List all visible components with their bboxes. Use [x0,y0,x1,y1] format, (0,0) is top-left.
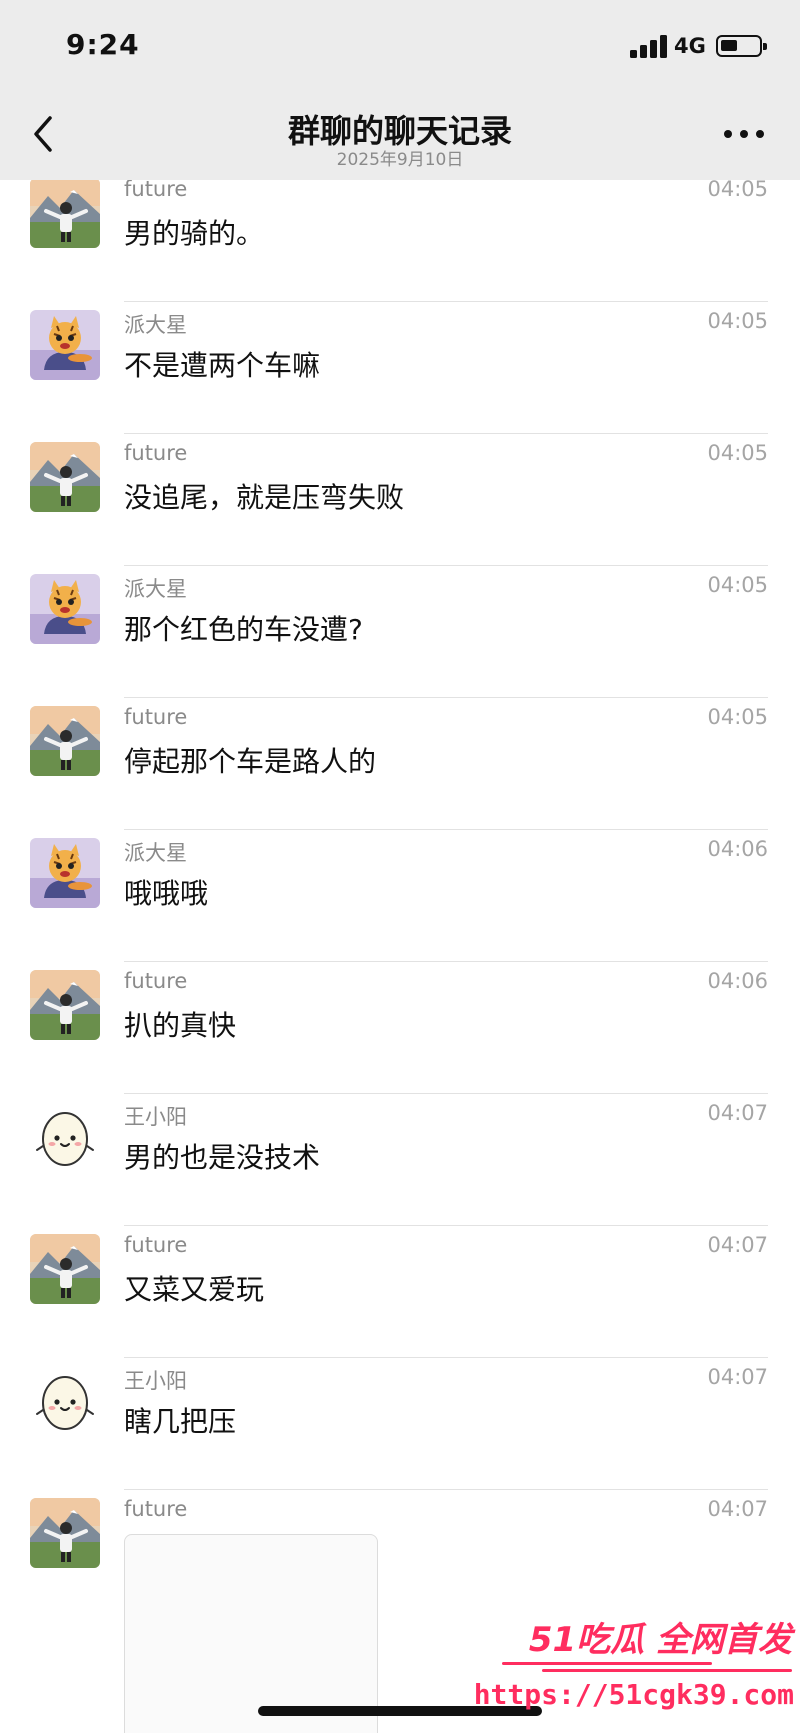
cat-avatar[interactable] [30,310,100,380]
message-text: 没追尾，就是压弯失败 [124,481,405,514]
more-dots-icon[interactable] [724,130,768,140]
message-row[interactable]: future 04:06 扒的真快 [0,962,800,1094]
message-text: 瞎几把压 [124,1405,237,1438]
landscape-person-avatar[interactable] [30,1498,100,1568]
message-time: 04:07 [707,1233,768,1257]
landscape-person-avatar[interactable] [30,706,100,776]
message-text: 哦哦哦 [124,877,209,910]
battery-icon [716,35,767,57]
page-subtitle-date: 2025年9月10日 [336,150,464,170]
message-text: 扒的真快 [124,1009,237,1042]
sender-name: future [124,969,188,993]
message-row[interactable]: future 04:05 没追尾，就是压弯失败 [0,434,800,566]
sender-name: 王小阳 [124,1105,187,1129]
sender-name: 王小阳 [124,1369,187,1393]
message-row[interactable]: 王小阳 04:07 瞎几把压 [0,1358,800,1490]
message-row[interactable]: 派大星 04:06 哦哦哦 [0,830,800,962]
message-time: 04:07 [707,1101,768,1125]
sender-name: future [124,441,188,465]
landscape-person-avatar[interactable] [30,1234,100,1304]
image-attachment[interactable] [124,1534,378,1733]
egg-face-avatar[interactable] [30,1366,100,1436]
status-bar: 9:24 4G [0,0,800,90]
message-text: 那个红色的车没遭? [124,613,363,646]
sender-name: 派大星 [124,313,187,337]
message-time: 04:05 [707,180,768,201]
watermark-line1: 51吃瓜 全网首发 [528,1620,792,1660]
message-time: 04:06 [707,969,768,993]
message-row[interactable]: future 04:05 停起那个车是路人的 [0,698,800,830]
message-time: 04:05 [707,573,768,597]
network-label: 4G [674,34,706,58]
nav-bar: 群聊的聊天记录 2025年9月10日 [0,90,800,180]
egg-face-avatar[interactable] [30,1102,100,1172]
message-time: 04:05 [707,309,768,333]
message-text: 又菜又爱玩 [124,1273,265,1306]
sender-name: future [124,705,188,729]
landscape-person-avatar[interactable] [30,970,100,1040]
message-text: 男的骑的。 [124,217,265,250]
sender-name: future [124,1497,188,1521]
cat-avatar[interactable] [30,574,100,644]
message-time: 04:05 [707,705,768,729]
sender-name: 派大星 [124,841,187,865]
message-row[interactable]: future 04:07 又菜又爱玩 [0,1226,800,1358]
watermark: 51吃瓜 全网首发 https://51cgk39.com [474,1606,800,1733]
message-text: 男的也是没技术 [124,1141,321,1174]
watermark-url: https://51cgk39.com [473,1678,794,1711]
status-time: 9:24 [66,28,140,61]
message-row[interactable]: 王小阳 04:07 男的也是没技术 [0,1094,800,1226]
sender-name: 派大星 [124,577,187,601]
landscape-person-avatar[interactable] [30,442,100,512]
message-time: 04:07 [707,1497,768,1521]
message-time: 04:05 [707,441,768,465]
landscape-person-avatar[interactable] [30,180,100,248]
message-text: 停起那个车是路人的 [124,745,377,778]
signal-icon [630,34,670,58]
message-row[interactable]: future 04:05 男的骑的。 [0,180,800,302]
message-row[interactable]: future 04:07 [0,1490,800,1622]
message-time: 04:06 [707,837,768,861]
message-row[interactable]: 派大星 04:05 不是遭两个车嘛 [0,302,800,434]
message-row[interactable]: 派大星 04:05 那个红色的车没遭? [0,566,800,698]
sender-name: future [124,1233,188,1257]
sender-name: future [124,180,188,201]
message-text: 不是遭两个车嘛 [124,349,321,382]
cat-avatar[interactable] [30,838,100,908]
message-list[interactable]: future 04:05 男的骑的。派大星 04:05 不是遭两个车嘛 future 04:… [0,180,800,1733]
message-time: 04:07 [707,1365,768,1389]
